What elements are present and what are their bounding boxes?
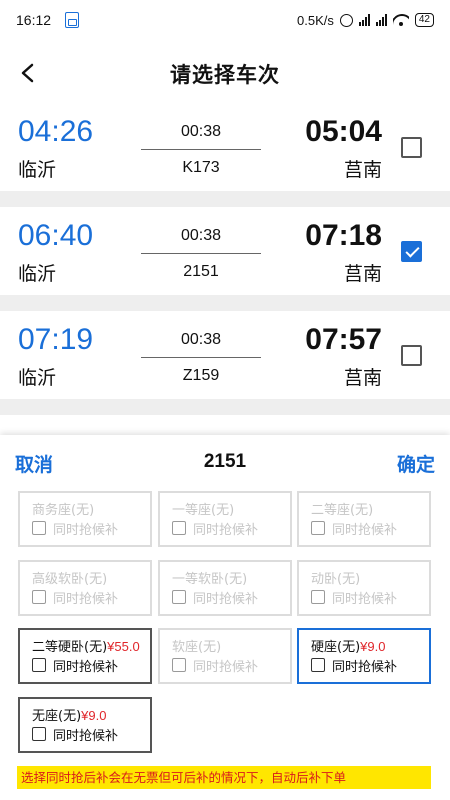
waitlist-label: 同时抢候补 — [332, 523, 398, 538]
status-indicators: 0.5K/s 42 — [297, 13, 434, 28]
waitlist-checkbox[interactable] — [172, 658, 186, 672]
train-list[interactable]: 04:26 临沂 00:38 K173 05:04 莒南 06:40 临沂 00… — [0, 103, 450, 435]
train-row[interactable]: 06:40 临沂 00:38 2151 07:18 莒南 — [0, 207, 450, 295]
back-arrow-icon[interactable] — [18, 62, 40, 84]
battery-indicator: 42 — [414, 13, 434, 27]
seat-option[interactable]: 一等座(无) 同时抢候补 — [158, 491, 292, 547]
wifi-icon — [393, 14, 409, 26]
waitlist-label: 同时抢候补 — [53, 729, 119, 744]
status-time: 16:12 — [16, 12, 52, 28]
waitlist-label: 同时抢候补 — [53, 660, 119, 675]
arrival-station: 莒南 — [343, 159, 382, 181]
waitlist-checkbox[interactable] — [172, 521, 186, 535]
seat-option[interactable]: 高级软卧(无) 同时抢候补 — [18, 560, 152, 616]
trip-duration: 00:38 — [180, 331, 222, 348]
network-speed: 0.5K/s — [297, 12, 334, 28]
sheet-header: 取消 2151 确定 — [0, 435, 450, 489]
train-select-checkbox[interactable] — [401, 137, 422, 158]
seat-option[interactable]: 一等软卧(无) 同时抢候补 — [158, 560, 292, 616]
route-divider — [141, 357, 261, 358]
seat-type-label: 商务座(无) — [32, 503, 95, 518]
trip-duration: 00:38 — [180, 227, 222, 244]
departure-station: 临沂 — [18, 263, 57, 285]
hd-signal-icon — [358, 14, 370, 26]
seat-type-label: 无座(无)¥9.0 — [32, 708, 107, 724]
selected-train-title: 2151 — [203, 451, 247, 472]
train-row[interactable]: 07:19 临沂 00:38 Z159 07:57 莒南 — [0, 311, 450, 399]
sim-card-icon — [65, 12, 80, 28]
seat-option[interactable]: 二等硬卧(无)¥55.0 同时抢候补 — [18, 628, 152, 684]
seat-selection-sheet: 取消 2151 确定 商务座(无) 同时抢候补 一等座(无) 同时抢候补 二等座… — [0, 435, 450, 800]
departure-time: 07:19 — [18, 323, 94, 356]
departure-time: 04:26 — [18, 115, 94, 148]
train-number: 2151 — [183, 263, 219, 280]
waitlist-label: 同时抢候补 — [332, 660, 398, 675]
seat-type-label: 高级软卧(无) — [32, 572, 108, 587]
waitlist-checkbox[interactable] — [32, 727, 46, 741]
departure-station: 临沂 — [18, 367, 57, 389]
route-divider — [141, 253, 261, 254]
seat-type-label: 动卧(无) — [311, 572, 361, 587]
arrival-time: 07:18 — [305, 219, 382, 252]
page-title: 请选择车次 — [170, 63, 280, 87]
waitlist-label: 同时抢候补 — [193, 523, 259, 538]
status-bar: 16:12 0.5K/s 42 — [0, 0, 450, 40]
train-select-checkbox[interactable] — [401, 345, 422, 366]
waitlist-checkbox[interactable] — [32, 521, 46, 535]
confirm-button[interactable]: 确定 — [397, 450, 435, 477]
waitlist-checkbox[interactable] — [32, 590, 46, 604]
waitlist-label: 同时抢候补 — [53, 592, 119, 607]
waitlist-checkbox[interactable] — [311, 658, 325, 672]
arrival-station: 莒南 — [343, 367, 382, 389]
train-row-partial[interactable] — [0, 415, 450, 435]
route-divider — [141, 149, 261, 150]
train-row[interactable]: 04:26 临沂 00:38 K173 05:04 莒南 — [0, 103, 450, 191]
seat-option[interactable]: 无座(无)¥9.0 同时抢候补 — [18, 697, 152, 753]
waitlist-checkbox[interactable] — [172, 590, 186, 604]
train-number: K173 — [182, 159, 220, 176]
seat-type-label: 一等座(无) — [172, 503, 235, 518]
seat-option[interactable]: 硬座(无)¥9.0 同时抢候补 — [297, 628, 431, 684]
waitlist-notice: 选择同时抢后补会在无票但可后补的情况下，自动后补下单 — [17, 766, 431, 789]
seat-option[interactable]: 软座(无) 同时抢候补 — [158, 628, 292, 684]
waitlist-label: 同时抢候补 — [53, 523, 119, 538]
train-number: Z159 — [182, 367, 220, 384]
waitlist-label: 同时抢候补 — [332, 592, 398, 607]
arrival-time: 05:04 — [305, 115, 382, 148]
trip-duration: 00:38 — [180, 123, 222, 140]
alarm-icon — [339, 13, 353, 27]
seat-type-label: 二等座(无) — [311, 503, 374, 518]
waitlist-checkbox[interactable] — [311, 590, 325, 604]
seat-type-label: 二等硬卧(无)¥55.0 — [32, 639, 140, 655]
departure-time: 06:40 — [18, 219, 94, 252]
departure-station: 临沂 — [18, 159, 57, 181]
train-select-checkbox[interactable] — [401, 241, 422, 262]
seat-option[interactable]: 动卧(无) 同时抢候补 — [297, 560, 431, 616]
seat-type-label: 一等软卧(无) — [172, 572, 248, 587]
waitlist-checkbox[interactable] — [32, 658, 46, 672]
waitlist-label: 同时抢候补 — [193, 660, 259, 675]
arrival-station: 莒南 — [343, 263, 382, 285]
seat-type-label: 硬座(无)¥9.0 — [311, 639, 386, 655]
title-bar: 请选择车次 — [0, 46, 450, 102]
waitlist-label: 同时抢候补 — [193, 592, 259, 607]
seat-type-label: 软座(无) — [172, 640, 222, 655]
seat-option[interactable]: 二等座(无) 同时抢候补 — [297, 491, 431, 547]
seat-option[interactable]: 商务座(无) 同时抢候补 — [18, 491, 152, 547]
signal-icon — [375, 14, 387, 26]
arrival-time: 07:57 — [305, 323, 382, 356]
waitlist-checkbox[interactable] — [311, 521, 325, 535]
